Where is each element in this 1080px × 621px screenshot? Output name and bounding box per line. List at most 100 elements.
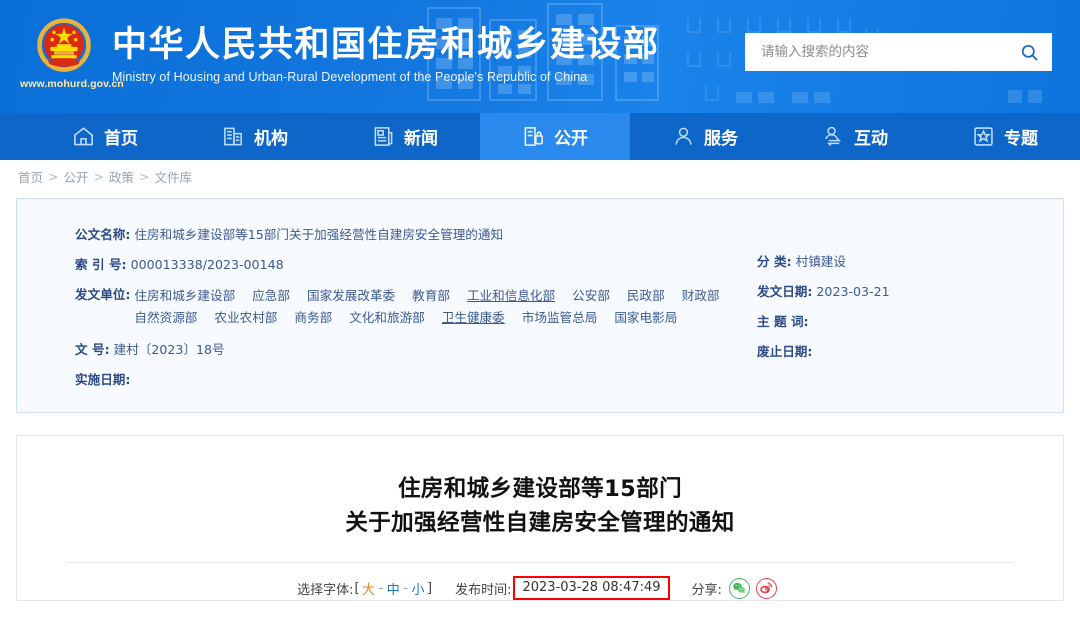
metadata-row-issue-date: 发文日期: 2023-03-21 — [757, 282, 890, 301]
font-size-separator: - — [378, 580, 384, 596]
user-service-icon — [672, 125, 695, 148]
document-metadata-card: 公文名称: 住房和城乡建设部等15部门关于加强经营性自建房安全管理的通知 索 引… — [16, 198, 1064, 413]
news-document-icon — [372, 125, 395, 148]
breadcrumb: 首页 > 公开 > 政策 > 文件库 — [0, 160, 1080, 192]
site-header: www.mohurd.gov.cn 中华人民共和国住房和城乡建设部 Minist… — [0, 0, 1080, 113]
nav-item-service[interactable]: 服务 — [630, 113, 780, 160]
document-title-line2: 关于加强经营性自建房安全管理的通知 — [345, 510, 735, 536]
nav-item-news[interactable]: 新闻 — [330, 113, 480, 160]
site-emblem-block: www.mohurd.gov.cn — [20, 17, 124, 103]
breadcrumb-item-disclosure[interactable]: 公开 — [64, 167, 89, 186]
metadata-value: 建村〔2023〕18号 — [113, 342, 225, 357]
nav-item-label: 首页 — [104, 129, 138, 149]
search-box[interactable] — [745, 33, 1052, 71]
metadata-row-keywords: 主 题 词: — [757, 312, 890, 331]
font-size-separator: - — [403, 580, 408, 596]
issuer-item: 国家发展改革委 — [306, 288, 396, 303]
issuer-item: 国家电影局 — [614, 310, 678, 325]
font-size-control: 选择字体: [ 大 - 中 - 小 ] — [297, 579, 433, 598]
issuer-item: 财政部 — [681, 288, 720, 303]
metadata-row-issuers: 发文单位: 住房和城乡建设部 应急部 国家发展改革委 教育部 工业和信息化部 公… — [75, 285, 794, 329]
site-url-text: www.mohurd.gov.cn — [20, 78, 124, 90]
issuer-item: 教育部 — [412, 288, 450, 303]
publish-time-label: 发布时间: — [455, 582, 512, 598]
breadcrumb-separator: > — [48, 168, 59, 184]
site-title-cn: 中华人民共和国住房和城乡建设部 — [112, 25, 660, 65]
nav-item-disclosure[interactable]: 公开 — [480, 113, 630, 160]
metadata-row-doc-name: 公文名称: 住房和城乡建设部等15部门关于加强经营性自建房安全管理的通知 — [75, 225, 794, 244]
weibo-share-icon[interactable] — [755, 577, 777, 599]
issuer-item: 民政部 — [626, 288, 665, 303]
metadata-label: 文 号: — [75, 342, 110, 357]
home-icon — [72, 125, 95, 148]
metadata-value: 住房和城乡建设部等15部门关于加强经营性自建房安全管理的通知 — [134, 227, 504, 242]
metadata-row-repeal-date: 废止日期: — [757, 342, 890, 361]
metadata-right-column: 分 类: 村镇建设 发文日期: 2023-03-21 主 题 词: 废止日期: — [757, 252, 890, 372]
search-button[interactable] — [1016, 39, 1042, 65]
metadata-value: 000013338/2023-00148 — [130, 257, 284, 272]
metadata-label: 发文日期: — [757, 284, 813, 299]
issuer-list: 住房和城乡建设部 应急部 国家发展改革委 教育部 工业和信息化部 公安部 民政部… — [134, 285, 794, 329]
building-icon — [222, 125, 245, 148]
metadata-label: 发文单位: — [75, 287, 131, 302]
issuer-item: 自然资源部 — [134, 310, 198, 325]
metadata-row-category: 分 类: 村镇建设 — [757, 252, 890, 271]
issuer-item: 住房和城乡建设部 — [134, 288, 236, 303]
issuer-item: 应急部 — [252, 288, 290, 303]
metadata-row-index-number: 索 引 号: 000013338/2023-00148 — [75, 255, 794, 274]
font-size-large-button[interactable]: 大 — [361, 579, 377, 598]
main-navigation: 首页 机构 新闻 公开 服务 互动 专题 — [0, 113, 1080, 160]
share-label: 分享: — [691, 582, 722, 598]
nav-item-label: 机构 — [254, 129, 288, 149]
metadata-label: 主 题 词: — [757, 314, 809, 329]
publish-time-group: 发布时间: 2023-03-28 08:47:49 — [455, 576, 670, 600]
breadcrumb-separator: > — [93, 168, 104, 184]
nav-item-label: 服务 — [704, 129, 738, 149]
nav-item-organization[interactable]: 机构 — [180, 113, 330, 160]
nav-item-label: 专题 — [1004, 129, 1038, 149]
metadata-label: 公文名称: — [75, 227, 131, 242]
content-divider — [67, 562, 1013, 563]
national-emblem-icon — [37, 18, 91, 72]
nav-item-label: 新闻 — [404, 129, 438, 149]
metadata-label: 索 引 号: — [75, 257, 127, 272]
metadata-row-doc-number: 文 号: 建村〔2023〕18号 — [75, 340, 794, 359]
search-icon — [1021, 44, 1037, 60]
nav-item-label: 互动 — [854, 129, 888, 149]
page-title: 住房和城乡建设部等15部门 关于加强经营性自建房安全管理的通知 — [17, 436, 1063, 540]
metadata-label: 分 类: — [757, 254, 792, 269]
issuer-item: 公安部 — [572, 288, 610, 303]
breadcrumb-item-home[interactable]: 首页 — [18, 167, 43, 186]
metadata-row-effective-date: 实施日期: — [75, 370, 794, 389]
bracket-open: [ — [354, 580, 360, 596]
breadcrumb-item-policy[interactable]: 政策 — [109, 167, 134, 186]
issuer-item: 卫生健康委 — [441, 310, 505, 325]
share-group: 分享: — [691, 577, 783, 599]
nav-item-label: 公开 — [554, 129, 588, 149]
publish-time-value: 2023-03-28 08:47:49 — [513, 576, 670, 600]
issuer-item: 工业和信息化部 — [466, 288, 556, 303]
breadcrumb-item-filelibrary[interactable]: 文件库 — [155, 167, 193, 186]
document-toolbar: 选择字体: [ 大 - 中 - 小 ] 发布时间: 2023-03-28 08:… — [17, 576, 1063, 600]
metadata-label: 实施日期: — [75, 372, 131, 387]
font-size-medium-button[interactable]: 中 — [385, 579, 401, 598]
bracket-close: ] — [426, 580, 433, 596]
nav-item-interaction[interactable]: 互动 — [780, 113, 930, 160]
star-box-icon — [972, 125, 995, 148]
document-title-line1: 住房和城乡建设部等15部门 — [397, 476, 682, 502]
metadata-value: 2023-03-21 — [816, 284, 890, 299]
metadata-value: 村镇建设 — [795, 254, 846, 269]
issuer-item: 市场监管总局 — [521, 310, 598, 325]
issuer-item: 农业农村部 — [214, 310, 278, 325]
metadata-label: 废止日期: — [757, 344, 813, 359]
issuer-item: 文化和旅游部 — [349, 310, 425, 325]
breadcrumb-separator: > — [139, 168, 150, 184]
nav-item-topics[interactable]: 专题 — [930, 113, 1080, 160]
site-title-en: Ministry of Housing and Urban-Rural Deve… — [112, 70, 588, 84]
font-size-small-button[interactable]: 小 — [410, 579, 426, 598]
search-input[interactable] — [761, 44, 1016, 60]
interaction-icon — [822, 125, 845, 148]
wechat-share-icon[interactable] — [728, 577, 750, 599]
metadata-left-column: 公文名称: 住房和城乡建设部等15部门关于加强经营性自建房安全管理的通知 索 引… — [75, 225, 794, 400]
nav-item-home[interactable]: 首页 — [30, 113, 180, 160]
